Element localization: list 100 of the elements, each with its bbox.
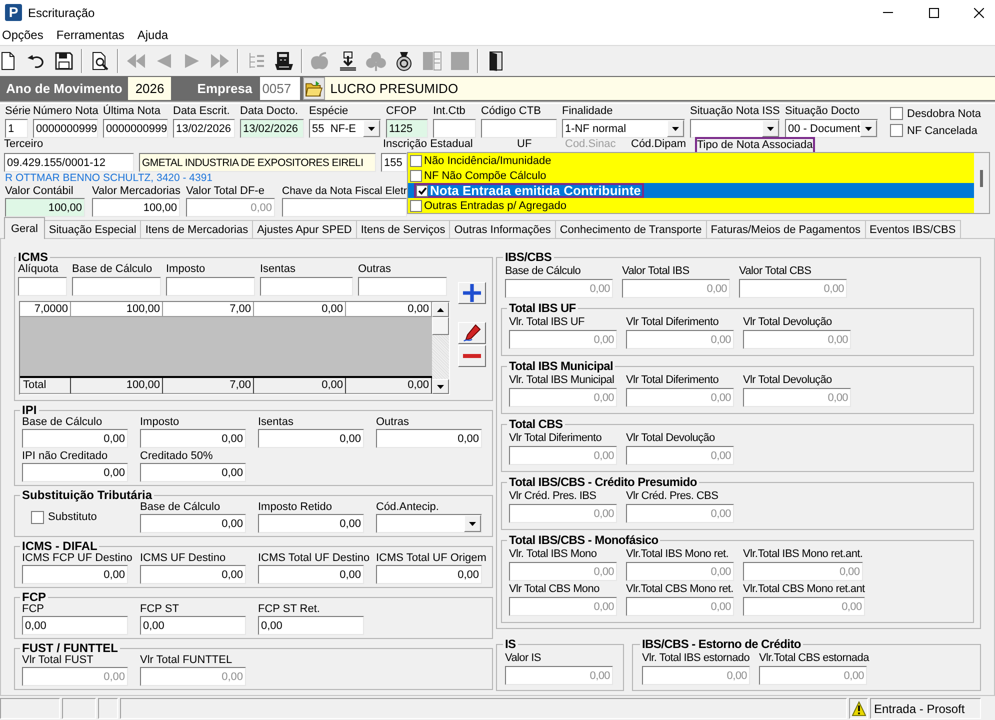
input-field[interactable]: 0,00 — [258, 565, 364, 584]
input-field[interactable] — [166, 277, 255, 296]
scroll-down-button[interactable] — [432, 379, 449, 394]
checkbox[interactable] — [410, 170, 422, 182]
field-label: FCP ST — [140, 603, 179, 616]
total-cell: 7,00 — [163, 378, 254, 394]
app-logo: P — [5, 4, 22, 21]
input-field[interactable]: 13/02/2026 — [240, 119, 304, 138]
menu-item[interactable]: Opções — [2, 28, 44, 42]
field-label: Creditado 50% — [140, 450, 213, 463]
field-label: Número Nota — [33, 104, 98, 119]
scrollbar-thumb[interactable] — [980, 170, 983, 187]
input-field[interactable]: 09.429.155/0001-12 — [4, 153, 134, 172]
group-title: IPI — [21, 404, 38, 416]
input-field[interactable] — [260, 277, 353, 296]
panel-icon — [422, 51, 442, 71]
field-label: ICMS FCP UF Destino — [22, 552, 132, 565]
folder-button[interactable] — [303, 77, 326, 100]
dropdown-field[interactable]: 55 NF-E — [309, 119, 381, 138]
remove-button[interactable] — [458, 345, 486, 367]
tab[interactable]: Outras Informações — [449, 220, 556, 238]
company-name-field[interactable]: LUCRO PRESUMIDO — [325, 77, 995, 100]
checkbox-label: Desdobra Nota — [907, 108, 981, 120]
field-label: Vlr Total FUNTTEL — [140, 654, 232, 667]
input-field[interactable] — [72, 277, 161, 296]
field-label: Vlr. Total IBS Municipal — [509, 374, 614, 387]
list-item[interactable]: NF Não Compõe Cálculo — [408, 168, 974, 183]
input-field[interactable]: 155 — [381, 153, 407, 172]
input-field[interactable]: 0,00 — [22, 463, 128, 482]
input-field[interactable]: 0000000999 — [33, 119, 98, 138]
input-field[interactable]: 100,00 — [92, 198, 180, 217]
checkbox[interactable] — [31, 510, 44, 524]
scroll-up-button[interactable] — [432, 302, 449, 317]
input-field[interactable]: 0,00 — [22, 565, 128, 584]
input-field[interactable] — [282, 198, 407, 217]
input-field[interactable]: 1 — [5, 119, 28, 138]
status-panel — [0, 698, 60, 719]
menu-item[interactable]: Ferramentas — [56, 28, 124, 42]
tab[interactable]: Ajustes Apur SPED — [252, 220, 357, 238]
input-field[interactable]: 0,00 — [376, 429, 482, 448]
input-field[interactable]: 0,00 — [258, 514, 364, 533]
close-icon — [974, 8, 984, 18]
input-field[interactable]: 0000000999 — [103, 119, 168, 138]
input-field[interactable] — [18, 277, 67, 296]
input-field[interactable] — [433, 119, 476, 138]
input-field[interactable]: 0,00 — [22, 616, 128, 635]
checkbox[interactable] — [416, 184, 428, 196]
dropdown-field[interactable]: 1-NF normal — [562, 119, 685, 138]
checkbox[interactable] — [410, 200, 422, 212]
input-field[interactable] — [358, 277, 447, 296]
year-field[interactable]: 2026 — [128, 77, 172, 100]
input-field[interactable]: 100,00 — [5, 198, 85, 217]
input-field[interactable]: 0,00 — [140, 616, 246, 635]
input-field[interactable]: GMETAL INDUSTRIA DE EXPOSITORES EIRELI — [139, 153, 376, 172]
input-field[interactable] — [481, 119, 557, 138]
field-label: UF — [517, 138, 532, 151]
tab[interactable]: Conhecimento de Transporte — [554, 220, 707, 238]
input-field[interactable]: 0,00 — [140, 514, 246, 533]
dropdown-field[interactable] — [690, 119, 780, 138]
add-button[interactable] — [458, 282, 486, 304]
field-label: Alíquota — [18, 263, 58, 276]
company-code-field[interactable]: 0057 — [260, 77, 300, 100]
tab[interactable]: Situação Especial — [44, 220, 142, 238]
input-field[interactable]: 13/02/2026 — [173, 119, 235, 138]
group-title: ICMS — [17, 251, 48, 263]
edit-button[interactable] — [458, 322, 486, 344]
field-label: ICMS Total UF Origem — [376, 552, 486, 565]
list-item[interactable]: Nota Entrada emitida Contribuinte — [408, 183, 974, 198]
input-field[interactable]: 0,00 — [22, 429, 128, 448]
input-field[interactable]: 0,00 — [258, 616, 364, 635]
checkbox[interactable] — [890, 124, 903, 137]
checkbox[interactable] — [410, 154, 422, 166]
dropdown-field[interactable]: 00 - Document — [785, 119, 878, 138]
input-field[interactable]: 0,00 — [258, 429, 364, 448]
list-item[interactable]: Outras Entradas p/ Agregado — [408, 198, 974, 213]
input-field[interactable]: 0,00 — [140, 429, 246, 448]
field-label: Valor IS — [505, 652, 541, 665]
checkbox-label: NF Cancelada — [907, 124, 978, 136]
tab[interactable]: Eventos IBS/CBS — [864, 220, 961, 238]
field-label: Última Nota — [103, 104, 160, 119]
group-title: Total IBS UF — [508, 302, 577, 314]
vertical-scrollbar[interactable] — [974, 153, 989, 213]
menu-item[interactable]: Ajuda — [137, 28, 168, 42]
input-field[interactable]: 0,00 — [376, 565, 482, 584]
field-label: Terceiro — [4, 138, 44, 151]
tab[interactable]: Faturas/Meios de Pagamentos — [706, 220, 866, 238]
group-title: IS — [504, 638, 517, 650]
field-label: Série — [5, 104, 31, 119]
field-label: Vlr Total Devolução — [626, 432, 715, 445]
checkbox[interactable] — [890, 107, 903, 120]
tab[interactable]: Itens de Serviços — [356, 220, 450, 238]
tab[interactable]: Geral — [4, 217, 45, 239]
scrollbar-thumb[interactable] — [432, 317, 449, 335]
vertical-scrollbar[interactable] — [432, 302, 449, 394]
input-field[interactable]: 0,00 — [140, 565, 246, 584]
input-field[interactable]: 1125 — [386, 119, 428, 138]
field-label: Vlr.Total IBS Mono ret.ant. — [743, 548, 863, 561]
dropdown-field[interactable] — [376, 514, 482, 533]
list-item[interactable]: Não Incidência/Imunidade — [408, 153, 974, 168]
input-field[interactable]: 0,00 — [140, 463, 246, 482]
